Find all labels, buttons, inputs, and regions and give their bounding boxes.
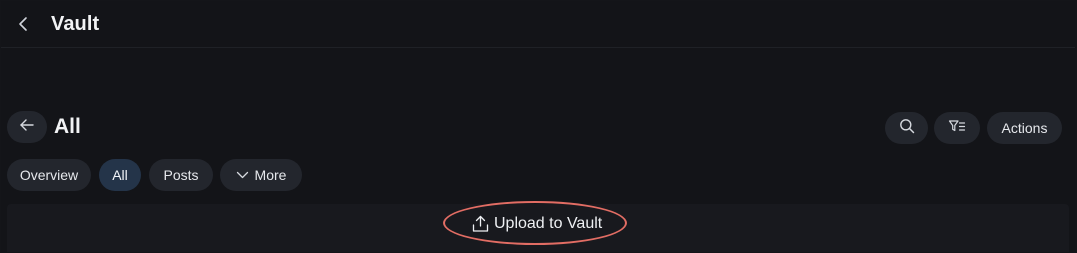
app-title: Vault bbox=[51, 13, 100, 35]
search-button[interactable] bbox=[885, 112, 928, 144]
actions-button[interactable]: Actions bbox=[987, 112, 1062, 144]
tab-posts[interactable]: Posts bbox=[149, 159, 213, 191]
filter-button[interactable] bbox=[934, 112, 980, 144]
app-window: Vault All Actions Overview All Posts Mor… bbox=[1, 1, 1075, 252]
filter-icon bbox=[948, 119, 966, 138]
upload-icon bbox=[472, 215, 489, 233]
upload-label: Upload to Vault bbox=[494, 215, 603, 232]
upload-drop-zone[interactable]: Upload to Vault bbox=[7, 201, 1069, 252]
tab-more-label: More bbox=[254, 167, 287, 183]
page-title: All bbox=[54, 115, 81, 138]
tab-all[interactable]: All bbox=[99, 159, 141, 191]
chevron-left-icon[interactable] bbox=[15, 14, 33, 34]
search-icon bbox=[899, 118, 915, 139]
tab-more[interactable]: More bbox=[220, 159, 302, 191]
chevron-down-icon bbox=[236, 171, 249, 179]
tab-overview[interactable]: Overview bbox=[7, 159, 91, 191]
upload-to-vault-button[interactable]: Upload to Vault bbox=[472, 211, 602, 237]
arrow-left-icon bbox=[19, 118, 35, 137]
top-bar: Vault bbox=[1, 1, 1075, 48]
page-header: All Actions bbox=[1, 111, 1075, 145]
back-button[interactable] bbox=[7, 111, 47, 143]
